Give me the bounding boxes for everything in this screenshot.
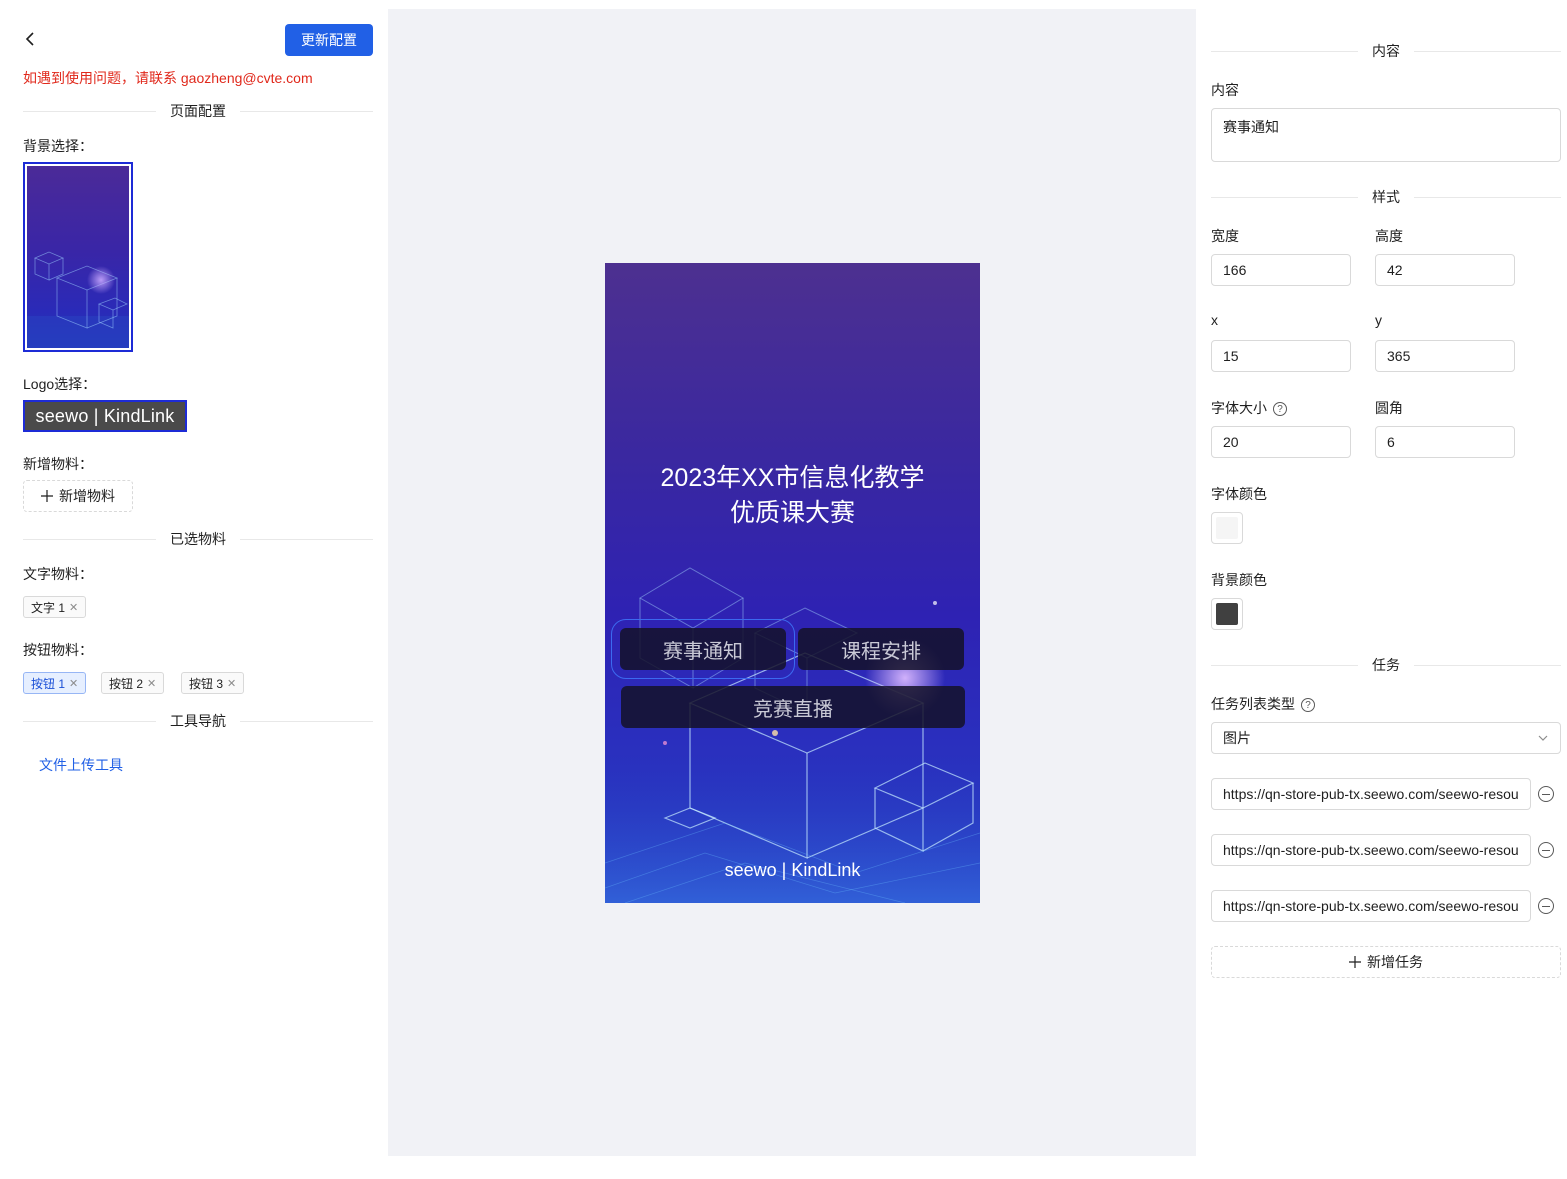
text-tag-1[interactable]: 文字 1 ✕	[23, 596, 87, 618]
logo-label: Logo选择：	[23, 376, 97, 392]
height-input[interactable]: 42	[1375, 254, 1515, 286]
font-color-picker[interactable]	[1211, 512, 1243, 544]
task-section-divider: 任务	[1211, 655, 1561, 675]
preview-title: 2023年XX市信息化教学 优质课大赛	[605, 461, 980, 531]
close-icon[interactable]: ✕	[69, 601, 78, 614]
new-material-label: 新增物料：	[23, 456, 93, 472]
height-label: 高度	[1375, 228, 1403, 244]
tag-label: 按钮 1	[31, 676, 66, 691]
chevron-down-icon	[1538, 735, 1548, 741]
tool-nav-divider: 工具导航	[23, 711, 373, 731]
width-label: 宽度	[1211, 228, 1239, 244]
style-section-divider: 样式	[1211, 187, 1561, 207]
tag-label: 按钮 2	[109, 676, 144, 691]
background-cube-art	[605, 567, 980, 903]
plus-icon	[41, 490, 53, 502]
radius-label: 圆角	[1375, 400, 1403, 416]
y-label: y	[1375, 312, 1382, 328]
remove-circle-icon[interactable]	[1538, 898, 1554, 914]
preview-logo: seewo | KindLink	[724, 860, 861, 880]
close-icon[interactable]: ✕	[227, 677, 236, 690]
content-section-title: 内容	[1372, 43, 1400, 59]
radius-input[interactable]: 6	[1375, 426, 1515, 458]
remove-circle-icon[interactable]	[1538, 786, 1554, 802]
logo-thumbnail[interactable]: seewo | KindLink	[23, 400, 187, 432]
tool-nav-title: 工具导航	[170, 713, 226, 729]
update-config-button[interactable]: 更新配置	[285, 24, 373, 56]
background-label: 背景选择：	[23, 138, 93, 154]
button-tag-1[interactable]: 按钮 1 ✕	[23, 672, 87, 694]
preview-title-line1: 2023年XX市信息化教学	[660, 464, 925, 492]
task-type-label-wrap: 任务列表类型?	[1211, 694, 1315, 714]
bg-color-picker[interactable]	[1211, 598, 1243, 630]
font-color-swatch	[1216, 517, 1238, 539]
selected-material-divider: 已选物料	[23, 529, 373, 549]
preview-button-3[interactable]: 竞赛直播	[621, 686, 965, 728]
tag-label: 文字 1	[31, 600, 66, 615]
preview-title-line2: 优质课大赛	[729, 499, 855, 527]
selected-material-title: 已选物料	[170, 531, 226, 547]
remove-circle-icon[interactable]	[1538, 842, 1554, 858]
help-icon[interactable]: ?	[1273, 402, 1287, 417]
contact-notice: 如遇到使用问题，请联系 gaozheng@cvte.com	[23, 70, 313, 86]
task-url-input-3[interactable]: https://qn-store-pub-tx.seewo.com/seewo-…	[1211, 890, 1531, 922]
bg-color-swatch	[1216, 603, 1238, 625]
width-input[interactable]: 166	[1211, 254, 1351, 286]
task-type-select[interactable]: 图片	[1211, 722, 1561, 754]
x-input[interactable]: 15	[1211, 340, 1351, 372]
content-label: 内容	[1211, 82, 1239, 98]
text-material-label: 文字物料：	[23, 566, 93, 582]
content-textarea[interactable]: 赛事通知	[1211, 108, 1561, 162]
add-task-button[interactable]: 新增任务	[1211, 946, 1561, 978]
y-input[interactable]: 365	[1375, 340, 1515, 372]
button-material-label: 按钮物料：	[23, 642, 93, 658]
style-section-title: 样式	[1372, 189, 1400, 205]
font-color-label: 字体颜色	[1211, 486, 1267, 502]
task-type-value: 图片	[1223, 730, 1251, 746]
background-cube-art	[27, 251, 129, 348]
background-thumbnail[interactable]	[23, 162, 133, 352]
right-properties-panel: 内容 内容 赛事通知 样式 宽度 高度 166 42 x y 15 365 字体…	[1196, 0, 1567, 1179]
file-upload-tool-link[interactable]: 文件上传工具	[39, 755, 123, 775]
content-value: 赛事通知	[1223, 119, 1279, 135]
task-url-input-2[interactable]: https://qn-store-pub-tx.seewo.com/seewo-…	[1211, 834, 1531, 866]
preview-canvas: 2023年XX市信息化教学 优质课大赛 赛事通知 课程安排 竞赛直播 seewo…	[388, 9, 1196, 1156]
close-icon[interactable]: ✕	[147, 677, 156, 690]
x-label: x	[1211, 312, 1218, 328]
help-icon[interactable]: ?	[1301, 698, 1315, 713]
preview-button-1[interactable]: 赛事通知	[611, 619, 795, 679]
plus-icon	[1349, 956, 1361, 968]
bg-color-label: 背景颜色	[1211, 572, 1267, 588]
page-config-title: 页面配置	[170, 103, 226, 119]
task-type-label: 任务列表类型	[1211, 696, 1295, 712]
task-section-title: 任务	[1372, 657, 1400, 673]
content-section-divider: 内容	[1211, 41, 1561, 61]
task-url-input-1[interactable]: https://qn-store-pub-tx.seewo.com/seewo-…	[1211, 778, 1531, 810]
logo-thumbnail-text: seewo | KindLink	[35, 405, 175, 426]
tag-label: 按钮 3	[189, 676, 224, 691]
add-material-button[interactable]: 新增物料	[23, 480, 133, 512]
back-arrow-icon[interactable]	[22, 30, 40, 48]
font-size-label-wrap: 字体大小?	[1211, 398, 1287, 418]
phone-preview: 2023年XX市信息化教学 优质课大赛 赛事通知 课程安排 竞赛直播 seewo…	[605, 263, 980, 903]
page-config-divider: 页面配置	[23, 101, 373, 121]
font-size-input[interactable]: 20	[1211, 426, 1351, 458]
add-task-label: 新增任务	[1367, 954, 1423, 970]
add-material-label: 新增物料	[59, 488, 115, 504]
close-icon[interactable]: ✕	[69, 677, 78, 690]
button-tag-3[interactable]: 按钮 3 ✕	[181, 672, 245, 694]
button-tag-2[interactable]: 按钮 2 ✕	[101, 672, 165, 694]
left-config-panel: 更新配置 如遇到使用问题，请联系 gaozheng@cvte.com 页面配置 …	[0, 0, 388, 1179]
preview-button-2[interactable]: 课程安排	[798, 628, 964, 670]
font-size-label: 字体大小	[1211, 400, 1267, 416]
